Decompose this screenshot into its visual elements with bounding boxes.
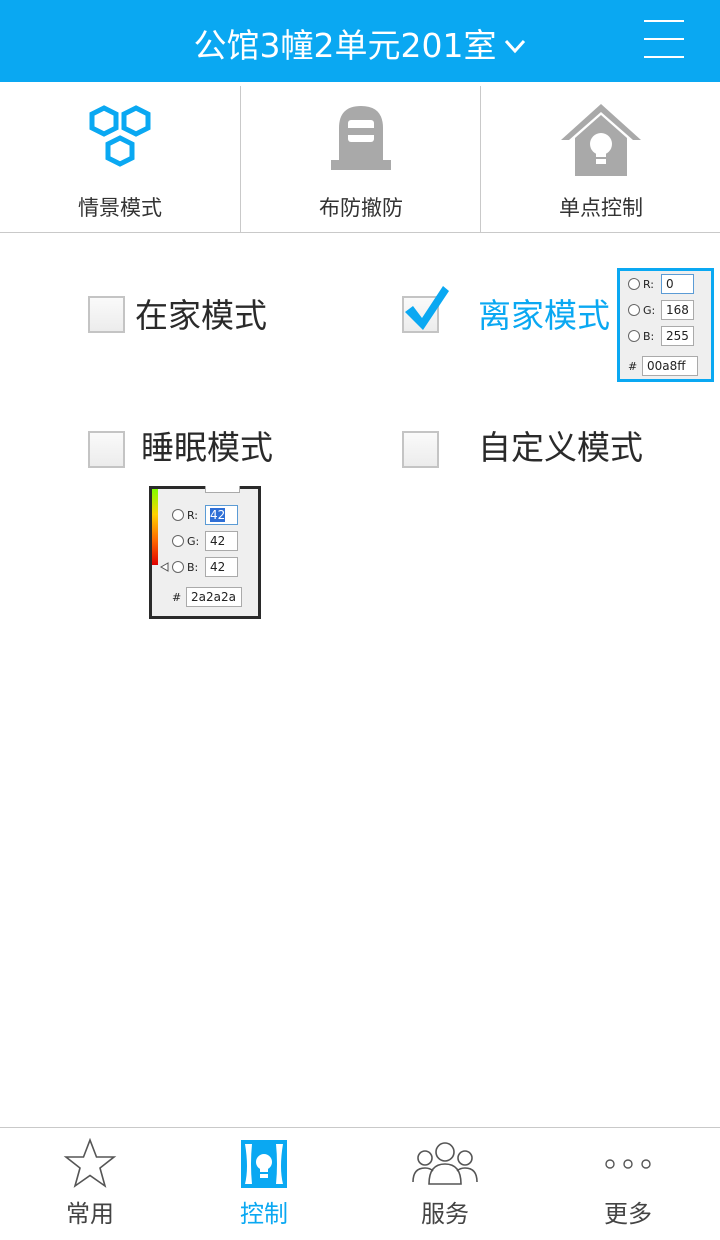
mode-home[interactable]: 在家模式 bbox=[88, 296, 288, 342]
nav-label: 服务 bbox=[421, 1200, 469, 1228]
hash-label: # bbox=[172, 590, 182, 604]
picker-field-stub bbox=[205, 486, 240, 493]
hex-input[interactable]: 00a8ff bbox=[642, 356, 698, 376]
mode-away[interactable]: 离家模式 bbox=[402, 286, 622, 342]
radio-r[interactable] bbox=[628, 278, 640, 290]
mode-sleep[interactable]: 睡眠模式 bbox=[88, 428, 288, 477]
b-input[interactable]: 42 bbox=[205, 557, 238, 577]
tab-label: 布防撤防 bbox=[319, 196, 403, 220]
b-label: B: bbox=[187, 560, 199, 574]
radio-g[interactable] bbox=[628, 304, 640, 316]
hue-slider[interactable] bbox=[152, 489, 158, 565]
checkmark-icon bbox=[405, 286, 449, 330]
mode-label: 自定义模式 bbox=[478, 428, 643, 467]
hex-input[interactable]: 2a2a2a bbox=[186, 587, 242, 607]
b-input[interactable]: 255 bbox=[661, 326, 694, 346]
picker-row-b: B: 42 bbox=[160, 557, 238, 577]
hexagon-cluster-icon bbox=[89, 105, 151, 167]
b-label: B: bbox=[643, 329, 655, 343]
picker-row-g: G: 42 bbox=[172, 531, 238, 551]
menu-icon bbox=[644, 20, 684, 22]
radio-b[interactable] bbox=[628, 330, 640, 342]
picker-row-hex: # 00a8ff bbox=[628, 356, 698, 376]
mode-label: 在家模式 bbox=[135, 296, 267, 335]
people-icon bbox=[412, 1142, 478, 1185]
control-tabs: 情景模式 布防撤防 单点控制 bbox=[0, 84, 720, 233]
nav-common[interactable]: 常用 bbox=[0, 1128, 180, 1240]
app-header: 公馆3幢2单元201室 bbox=[0, 0, 720, 82]
chevron-down-icon bbox=[505, 39, 526, 53]
picker-row-r: R: 42 bbox=[172, 505, 238, 525]
star-icon bbox=[63, 1138, 117, 1188]
r-value: 42 bbox=[210, 508, 226, 522]
menu-button[interactable] bbox=[640, 18, 688, 60]
mode-custom[interactable]: 自定义模式 bbox=[402, 428, 652, 477]
nav-label: 常用 bbox=[66, 1200, 114, 1228]
g-label: G: bbox=[187, 534, 200, 548]
nav-control[interactable]: 控制 bbox=[174, 1128, 354, 1240]
tab-label: 单点控制 bbox=[559, 196, 643, 220]
mode-label: 睡眠模式 bbox=[141, 428, 273, 467]
slider-arrow-icon bbox=[160, 562, 169, 572]
g-input[interactable]: 168 bbox=[661, 300, 694, 320]
curtain-bulb-icon bbox=[241, 1140, 287, 1188]
more-dots-icon bbox=[605, 1159, 651, 1169]
tab-scene-mode[interactable]: 情景模式 bbox=[0, 84, 240, 232]
tab-single-control[interactable]: 单点控制 bbox=[481, 84, 720, 232]
nav-label: 控制 bbox=[240, 1200, 288, 1228]
address-selector[interactable]: 公馆3幢2单元201室 bbox=[0, 22, 720, 68]
r-input[interactable]: 42 bbox=[205, 505, 238, 525]
checkbox[interactable] bbox=[88, 296, 125, 333]
nav-label: 更多 bbox=[604, 1200, 652, 1228]
menu-icon-bar bbox=[644, 38, 684, 40]
nav-service[interactable]: 服务 bbox=[355, 1128, 535, 1240]
color-picker-away[interactable]: R: 0 G: 168 B: 255 # 00a8ff bbox=[617, 268, 714, 382]
bottom-nav: 常用 控制 服务 更多 bbox=[0, 1127, 720, 1240]
radio-g[interactable] bbox=[172, 535, 184, 547]
checkbox[interactable] bbox=[88, 431, 125, 468]
g-label: G: bbox=[643, 303, 656, 317]
picker-row-g: G: 168 bbox=[628, 300, 694, 320]
g-input[interactable]: 42 bbox=[205, 531, 238, 551]
picker-row-r: R: 0 bbox=[628, 274, 694, 294]
radio-r[interactable] bbox=[172, 509, 184, 521]
picker-row-hex: # 2a2a2a bbox=[172, 587, 242, 607]
arm-disarm-icon bbox=[331, 106, 391, 170]
header-title: 公馆3幢2单元201室 bbox=[193, 25, 497, 65]
hash-label: # bbox=[628, 359, 638, 373]
tab-label: 情景模式 bbox=[78, 196, 162, 220]
radio-b[interactable] bbox=[172, 561, 184, 573]
tab-arm-disarm[interactable]: 布防撤防 bbox=[241, 84, 481, 232]
r-input[interactable]: 0 bbox=[661, 274, 694, 294]
color-picker-sleep[interactable]: R: 42 G: 42 B: 42 # 2a2a2a bbox=[149, 486, 261, 619]
nav-more[interactable]: 更多 bbox=[538, 1128, 718, 1240]
checkbox[interactable] bbox=[402, 431, 439, 468]
menu-icon-bar bbox=[644, 56, 684, 58]
picker-row-b: B: 255 bbox=[628, 326, 694, 346]
r-label: R: bbox=[643, 277, 655, 291]
house-bulb-icon bbox=[561, 104, 641, 176]
mode-label: 离家模式 bbox=[478, 296, 610, 335]
r-label: R: bbox=[187, 508, 199, 522]
